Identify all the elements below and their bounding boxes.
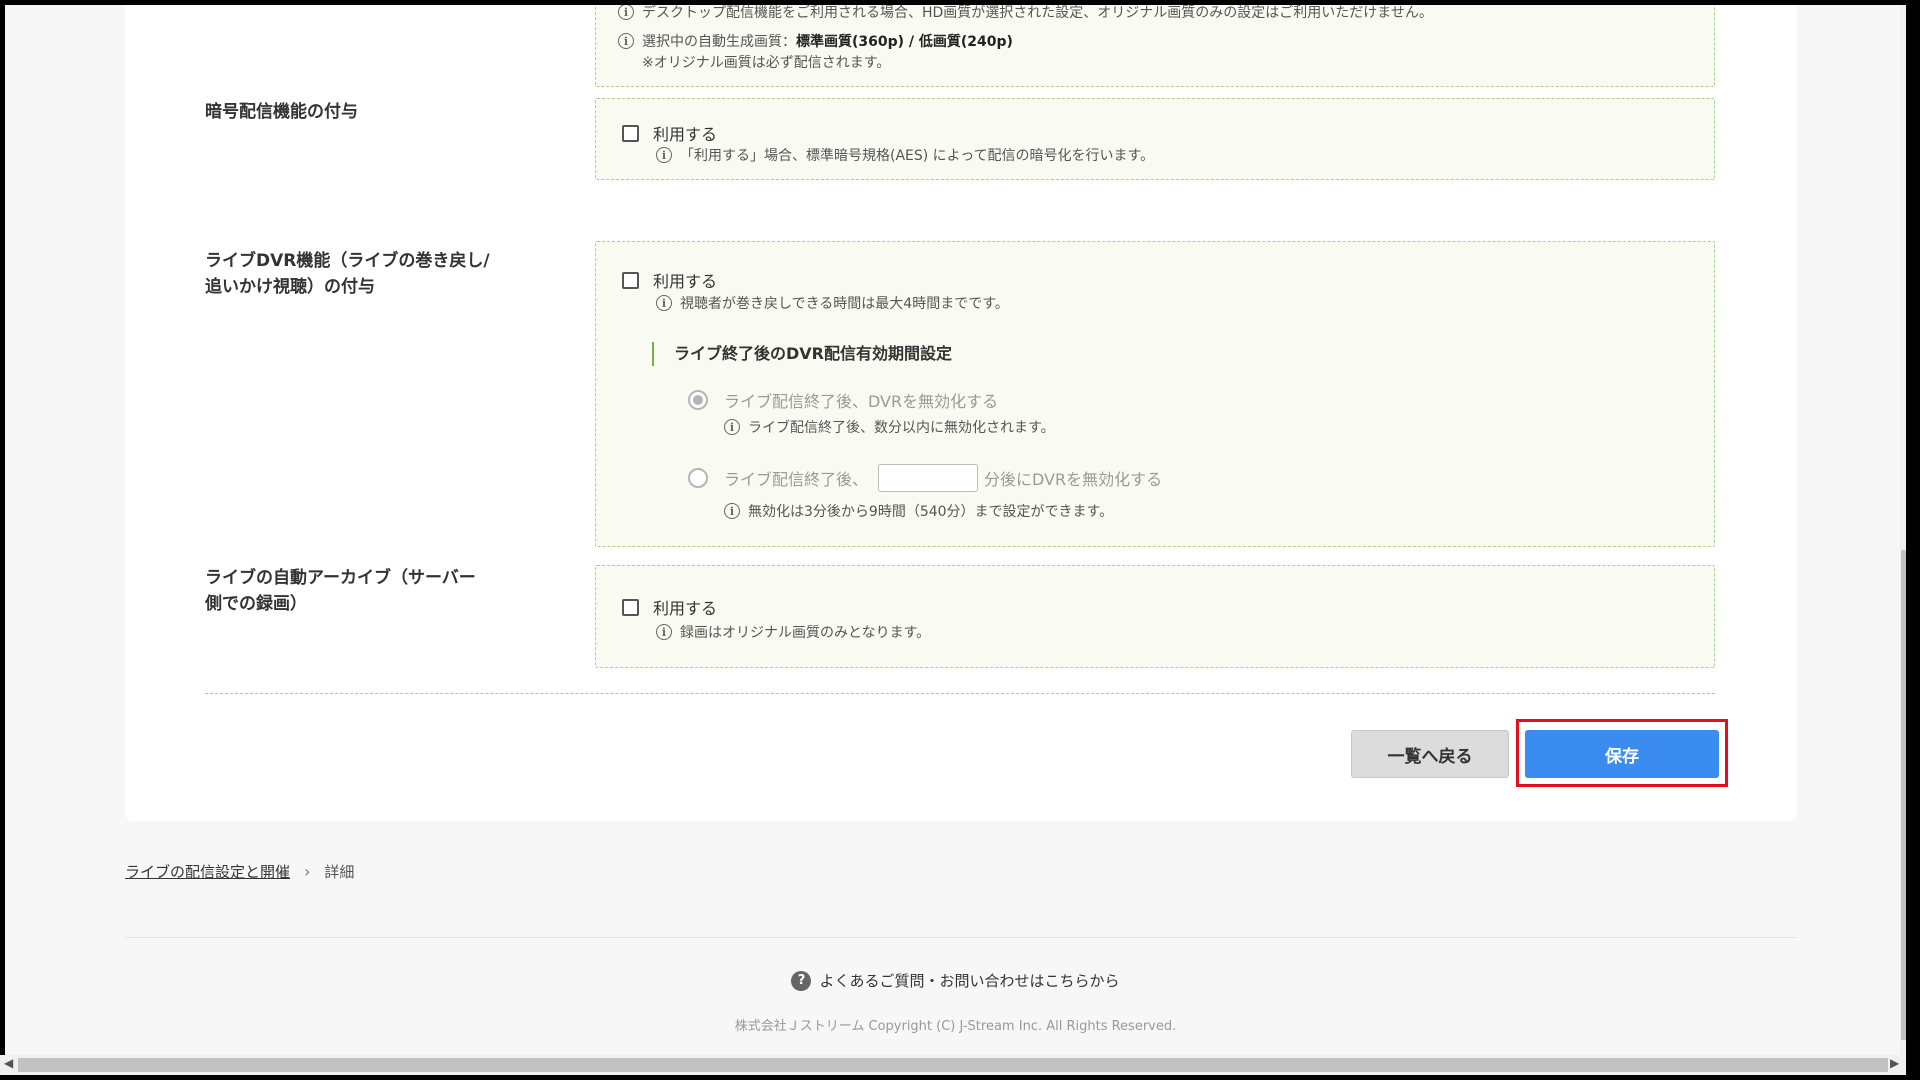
quality-info-box: i デスクトップ配信機能をご利用される場合、HD画質が選択された設定、オリジナル…: [595, 5, 1715, 87]
back-to-list-button[interactable]: 一覧へ戻る: [1351, 730, 1509, 778]
encryption-info: i 「利用する」場合、標準暗号規格(AES) によって配信の暗号化を行います。: [656, 145, 1154, 165]
dvr-option1-radio[interactable]: [688, 390, 708, 410]
info-row-original-note: ※オリジナル画質は必ず配信されます。: [642, 52, 890, 72]
faq-link[interactable]: ? よくあるご質問・お問い合わせはこちらから: [5, 970, 1906, 991]
archive-checkbox[interactable]: [622, 598, 639, 616]
archive-info: i 録画はオリジナル画質のみとなります。: [656, 622, 930, 642]
dvr-checkbox[interactable]: [622, 271, 639, 289]
dvr-checkbox-row[interactable]: 利用する: [622, 268, 717, 292]
horizontal-scrollbar-thumb[interactable]: [18, 1058, 1888, 1072]
dvr-option2-prefix: ライブ配信終了後、: [724, 470, 869, 489]
encryption-info-text: 「利用する」場合、標準暗号規格(AES) によって配信の暗号化を行います。: [680, 148, 1155, 164]
auto-quality-prefix: 選択中の自動生成画質：: [642, 34, 796, 50]
archive-box: 利用する i 録画はオリジナル画質のみとなります。: [595, 565, 1715, 668]
save-button-highlight: [1516, 719, 1728, 787]
archive-info-text: 録画はオリジナル画質のみとなります。: [680, 625, 931, 641]
info-icon: i: [724, 503, 740, 519]
encryption-checkbox-row[interactable]: 利用する: [622, 121, 717, 145]
archive-checkbox-label[interactable]: 利用する: [653, 595, 717, 619]
archive-checkbox-row[interactable]: 利用する: [622, 595, 717, 619]
breadcrumb-link[interactable]: ライブの配信設定と開催: [125, 861, 290, 882]
dvr-option2-suffix: 分後にDVRを無効化する: [984, 470, 1163, 489]
encryption-label: 暗号配信機能の付与: [205, 102, 358, 122]
archive-label-line2: 側での録画）: [205, 594, 307, 614]
page-viewport: i デスクトップ配信機能をご利用される場合、HD画質が選択された設定、オリジナル…: [5, 5, 1906, 1060]
info-icon: i: [656, 147, 672, 163]
vertical-scrollbar-thumb[interactable]: [1901, 550, 1906, 1040]
horizontal-scrollbar[interactable]: ◀ ▶: [0, 1055, 1906, 1075]
encryption-checkbox-label[interactable]: 利用する: [653, 121, 717, 145]
dvr-info: i 視聴者が巻き戻しできる時間は最大4時間までです。: [656, 293, 1009, 313]
scroll-left-icon[interactable]: ◀: [4, 1056, 13, 1070]
info-icon: i: [656, 624, 672, 640]
footer-divider: [125, 937, 1797, 938]
dvr-box: 利用する i 視聴者が巻き戻しできる時間は最大4時間までです。 ライブ終了後のD…: [595, 241, 1715, 547]
dvr-label-line2: 追いかけ視聴）の付与: [205, 277, 375, 297]
copyright: 株式会社Ｊストリーム Copyright (C) J-Stream Inc. A…: [734, 1019, 1177, 1034]
info-row-desktop: i デスクトップ配信機能をご利用される場合、HD画質が選択された設定、オリジナル…: [618, 5, 1433, 22]
dvr-option1-label[interactable]: ライブ配信終了後、DVRを無効化する: [724, 388, 998, 412]
chevron-right-icon: ›: [304, 862, 311, 881]
dvr-period-heading: ライブ終了後のDVR配信有効期間設定: [652, 342, 952, 366]
encryption-checkbox[interactable]: [622, 124, 639, 142]
original-note: ※オリジナル画質は必ず配信されます。: [642, 55, 891, 71]
desktop-note: デスクトップ配信機能をご利用される場合、HD画質が選択された設定、オリジナル画質…: [642, 5, 1433, 21]
form-divider: [205, 693, 1715, 694]
dvr-info-text: 視聴者が巻き戻しできる時間は最大4時間までです。: [680, 296, 1009, 312]
dvr-option1-row[interactable]: ライブ配信終了後、DVRを無効化する: [688, 388, 998, 412]
dvr-option1-info-text: ライブ配信終了後、数分以内に無効化されます。: [748, 420, 1055, 436]
dvr-option1-info: i ライブ配信終了後、数分以内に無効化されます。: [724, 417, 1055, 437]
dvr-option2-radio[interactable]: [688, 468, 708, 488]
help-icon: ?: [791, 970, 812, 991]
info-icon: i: [618, 33, 634, 49]
dvr-option2-info: i 無効化は3分後から9時間（540分）まで設定ができます。: [724, 501, 1113, 521]
info-icon: i: [656, 295, 672, 311]
archive-label: ライブの自動アーカイブ（サーバー 側での録画）: [205, 565, 525, 617]
dvr-option2-row[interactable]: ライブ配信終了後、 分後にDVRを無効化する: [688, 464, 1162, 492]
dvr-minutes-input[interactable]: [878, 464, 979, 492]
info-icon: i: [724, 419, 740, 435]
breadcrumb-current: 詳細: [324, 863, 355, 881]
scroll-right-icon[interactable]: ▶: [1890, 1056, 1899, 1070]
dvr-label-line1: ライブDVR機能（ライブの巻き戻し/: [205, 251, 490, 271]
vertical-scrollbar[interactable]: [1900, 5, 1906, 1060]
dvr-checkbox-label[interactable]: 利用する: [653, 268, 717, 292]
encryption-box: 利用する i 「利用する」場合、標準暗号規格(AES) によって配信の暗号化を行…: [595, 98, 1715, 180]
dvr-label: ライブDVR機能（ライブの巻き戻し/ 追いかけ視聴）の付与: [205, 248, 525, 300]
info-row-auto-quality: i 選択中の自動生成画質： 標準画質(360p) / 低画質(240p): [618, 31, 1013, 51]
archive-label-line1: ライブの自動アーカイブ（サーバー: [205, 568, 476, 588]
auto-quality-value: 標準画質(360p) / 低画質(240p): [796, 34, 1013, 50]
info-icon: i: [618, 5, 634, 20]
breadcrumb: ライブの配信設定と開催 › 詳細: [125, 861, 354, 882]
faq-text[interactable]: よくあるご質問・お問い合わせはこちらから: [819, 970, 1119, 991]
dvr-option2-info-text: 無効化は3分後から9時間（540分）まで設定ができます。: [748, 504, 1114, 520]
